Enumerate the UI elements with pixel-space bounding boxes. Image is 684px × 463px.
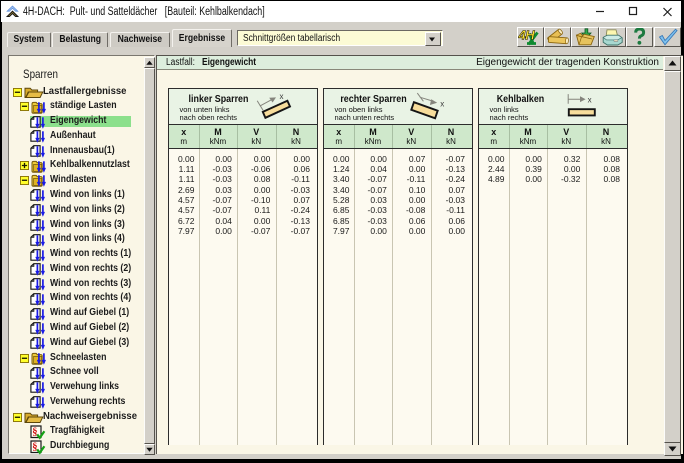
svg-text:x: x bbox=[587, 95, 591, 104]
svg-text:x: x bbox=[279, 91, 283, 100]
svg-text:§: § bbox=[33, 427, 38, 438]
svg-text:§: § bbox=[33, 442, 38, 453]
svg-text:x: x bbox=[440, 99, 444, 108]
svg-text:4H: 4H bbox=[518, 28, 535, 42]
